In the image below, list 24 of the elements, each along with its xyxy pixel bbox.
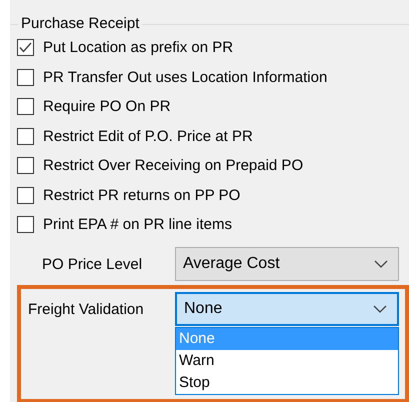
checkbox[interactable] [17, 186, 34, 204]
checkmark-icon [19, 42, 32, 54]
checkbox-label[interactable]: Restrict Over Receiving on Prepaid PO [43, 157, 304, 174]
chevron-down-icon [374, 260, 388, 268]
checkbox[interactable] [17, 68, 34, 86]
checkbox[interactable] [17, 39, 34, 56]
dropdown[interactable]: Average Cost [175, 247, 399, 281]
dropdown[interactable]: None [175, 292, 399, 326]
checkbox[interactable] [17, 157, 34, 174]
field-label: PO Price Level [41, 256, 144, 272]
checkbox-label[interactable]: Print EPA # on PR line items [43, 216, 232, 234]
dropdown-option[interactable]: Warn [176, 350, 398, 372]
checkbox[interactable] [17, 128, 34, 145]
checkbox-label[interactable]: Require PO On PR [43, 98, 171, 116]
chevron-down-icon [373, 305, 387, 313]
group-title: Purchase Receipt [18, 15, 142, 33]
checkbox[interactable] [17, 216, 34, 234]
checkbox-label[interactable]: Restrict PR returns on PP PO [43, 186, 240, 204]
checkbox-label[interactable]: PR Transfer Out uses Location Information [43, 68, 328, 86]
checkbox-label[interactable]: Put Location as prefix on PR [43, 39, 234, 56]
checkbox-label[interactable]: Restrict Edit of P.O. Price at PR [43, 128, 253, 145]
dropdown-option[interactable]: Stop [176, 372, 398, 394]
field-label: Freight Validation [27, 300, 145, 318]
checkbox[interactable] [17, 98, 34, 116]
